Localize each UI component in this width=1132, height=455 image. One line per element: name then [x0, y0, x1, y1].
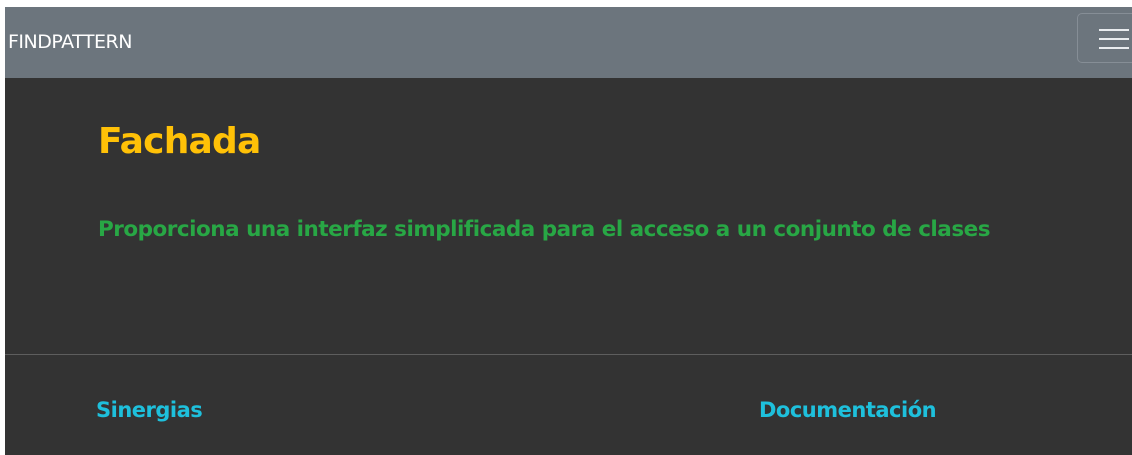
section-divider: [5, 354, 1132, 355]
page-title: Fachada: [98, 121, 261, 162]
app-frame: FINDPATTERN Fachada Proporciona una inte…: [5, 7, 1132, 455]
documentacion-link[interactable]: Documentación: [759, 396, 937, 424]
navbar-toggler-button[interactable]: [1077, 13, 1132, 63]
pattern-description: Proporciona una interfaz simplificada pa…: [98, 217, 991, 242]
sinergias-link[interactable]: Sinergias: [96, 396, 203, 424]
hamburger-menu-icon: [1099, 26, 1129, 52]
top-navbar: FINDPATTERN: [5, 7, 1132, 78]
navbar-brand[interactable]: FINDPATTERN: [8, 29, 132, 55]
